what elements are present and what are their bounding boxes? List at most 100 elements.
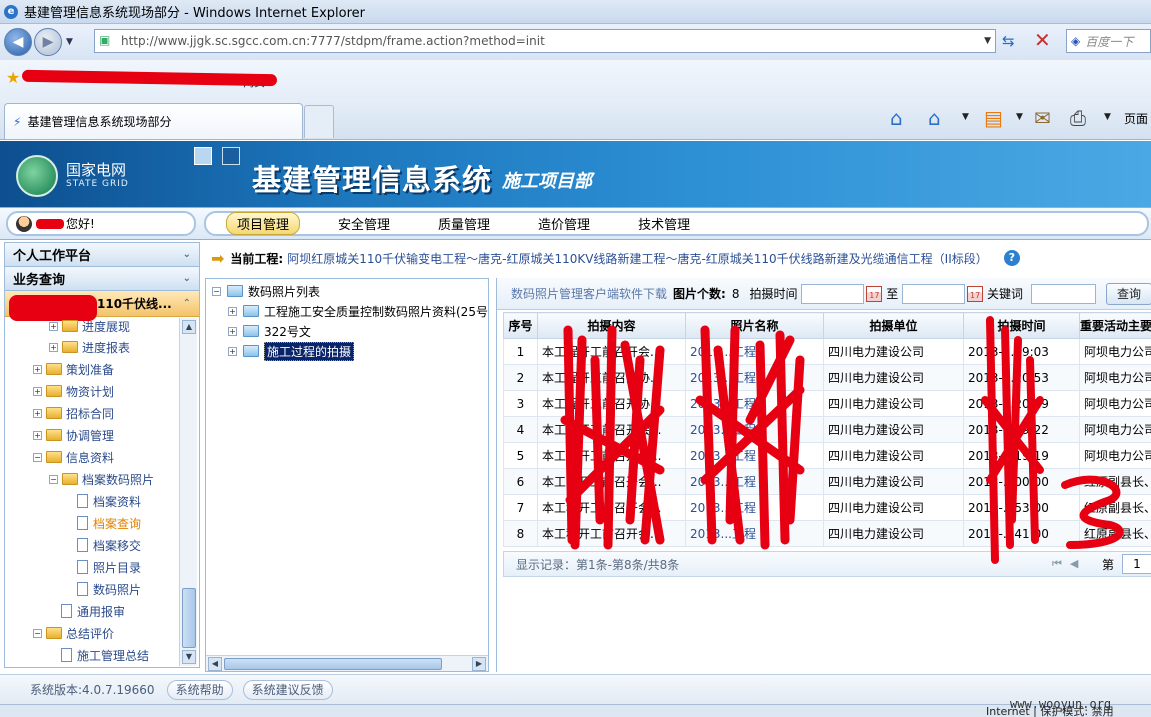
expand-icon[interactable]: +	[33, 430, 42, 440]
scroll-left-icon[interactable]: ◀	[208, 657, 222, 671]
expand-icon[interactable]: +	[228, 306, 237, 316]
photo-tree-item[interactable]: +322号文	[228, 321, 311, 341]
table-row[interactable]: 8 本工程开工前召开会... 2013...工程 四川电力建设公司 2013-...41…	[503, 520, 1151, 547]
tree-item-construction-summary[interactable]: 施工管理总结	[61, 645, 149, 665]
menu-project-management[interactable]: 项目管理	[226, 212, 301, 235]
tree-item-planning[interactable]: + 策划准备	[33, 359, 114, 379]
table-row[interactable]: 6 本工程开工前召开会... 2013...工程 四川电力建设公司 2013-...00…	[503, 468, 1151, 495]
favorites-star-icon[interactable]: ★	[6, 68, 20, 87]
browser-tab[interactable]: ⚡ 基建管理信息系统现场部分	[4, 103, 303, 139]
menu-quality-management[interactable]: 质量管理	[428, 213, 500, 234]
tree-item-digital-photos[interactable]: 数码照片	[77, 579, 141, 599]
back-button[interactable]: ◀	[4, 28, 32, 56]
stop-icon[interactable]: ✕	[1034, 28, 1056, 52]
system-help-button[interactable]: 系统帮助	[166, 679, 233, 700]
scroll-right-icon[interactable]: ▶	[472, 657, 486, 671]
collapse-icon[interactable]: −	[212, 286, 221, 296]
chevron-up-icon[interactable]: ⌃	[183, 298, 191, 309]
horizontal-scrollbar[interactable]: ◀ ▶	[206, 655, 488, 671]
calendar-icon[interactable]: 17	[866, 285, 883, 302]
url-dropdown-icon[interactable]: ▼	[984, 36, 991, 46]
scroll-up-icon[interactable]: ▲	[182, 320, 196, 334]
collapse-icon[interactable]: −	[33, 452, 42, 462]
sidebar-scrollbar[interactable]: ▲ ▼	[179, 318, 197, 666]
calendar-icon[interactable]: 17	[967, 285, 983, 302]
table-cell[interactable]: 2013...工程	[685, 468, 824, 495]
tree-item-archive-photos[interactable]: − 档案数码照片	[49, 469, 154, 489]
table-row[interactable]: 3 本工程开工前召开协... 2013...工程 四川电力建设公司 2013-...20…	[503, 390, 1151, 417]
print-menu-arrow-icon[interactable]: ▼	[1104, 112, 1111, 122]
keyword-input[interactable]	[1031, 283, 1096, 304]
scroll-thumb[interactable]	[182, 588, 196, 648]
feed-menu-arrow-icon[interactable]: ▼	[1016, 112, 1023, 122]
column-header[interactable]: 拍摄时间	[963, 312, 1080, 339]
refresh-icon[interactable]: ⇆	[1002, 32, 1015, 50]
table-row[interactable]: 2 本工程开工前召开协... 2013...工程 四川电力建设公司 2013-...20…	[503, 364, 1151, 391]
print-icon[interactable]: ⎙	[1070, 106, 1086, 130]
rss-feed-icon[interactable]: ▤	[984, 106, 1003, 130]
chevron-down-icon[interactable]: ⌄	[183, 273, 191, 284]
column-header[interactable]: 序号	[503, 312, 538, 339]
tree-item-information[interactable]: − 信息资料	[33, 447, 114, 467]
table-cell[interactable]: 2013...工程	[685, 390, 824, 417]
page-number-input[interactable]: 1	[1122, 554, 1151, 574]
new-tab-button[interactable]	[304, 105, 334, 138]
table-row[interactable]: 4 本工程开工前召开会... 2013...工程 四川电力建设公司 2013-...19…	[503, 416, 1151, 443]
collapse-icon[interactable]: −	[49, 474, 58, 484]
tree-item-summary[interactable]: − 总结评价	[33, 623, 114, 643]
expand-icon[interactable]: +	[33, 364, 42, 374]
expand-icon[interactable]: +	[49, 342, 58, 352]
home-dropdown-icon[interactable]: ⌂	[928, 106, 941, 130]
menu-technical-management[interactable]: 技术管理	[628, 213, 700, 234]
table-cell[interactable]: 2013...工程	[685, 416, 824, 443]
tree-item-photo-catalog[interactable]: 照片目录	[77, 557, 141, 577]
tree-item-material-plan[interactable]: + 物资计划	[33, 381, 114, 401]
tree-item-archive-transfer[interactable]: 档案移交	[77, 535, 141, 555]
tree-item-progress-display[interactable]: + 进度展现	[49, 318, 130, 336]
collapse-icon[interactable]: −	[33, 628, 42, 638]
search-input[interactable]: ◈ 百度一下	[1066, 29, 1151, 53]
tree-item-progress-report[interactable]: + 进度报表	[49, 337, 130, 357]
column-header[interactable]: 拍摄单位	[823, 312, 964, 339]
table-cell[interactable]: 2013...工程	[685, 338, 824, 365]
history-dropdown-icon[interactable]: ▼	[66, 37, 73, 47]
table-cell[interactable]: 2013...工程	[685, 520, 824, 547]
photo-tree-item[interactable]: + 工程施工安全质量控制数码照片资料(25号	[228, 301, 488, 321]
help-icon[interactable]: ?	[1003, 250, 1020, 266]
menu-safety-management[interactable]: 安全管理	[328, 213, 400, 234]
start-date-input[interactable]	[801, 283, 865, 304]
url-input[interactable]: ▣ http://www.jjgk.sc.sgcc.com.cn:7777/st…	[94, 29, 996, 53]
table-row[interactable]: 5 本工程开工前召开会... 2013...工程 四川电力建设公司 2013-...19…	[503, 442, 1151, 469]
sidebar-section-personal[interactable]: 个人工作平台 ⌄	[5, 243, 199, 267]
tree-item-archive-data[interactable]: 档案资料	[77, 491, 141, 511]
page-menu[interactable]: 页面	[1124, 110, 1148, 127]
query-button[interactable]: 查询	[1105, 282, 1151, 305]
table-cell[interactable]: 2013...工程	[685, 364, 824, 391]
home-icon[interactable]: ⌂	[890, 106, 903, 130]
expand-icon[interactable]: +	[33, 386, 42, 396]
mail-icon[interactable]: ✉	[1034, 106, 1051, 130]
table-cell[interactable]: 2013...工程	[685, 494, 824, 521]
first-prev-page-icon[interactable]: ⏮◀	[1052, 557, 1086, 571]
feedback-button[interactable]: 系统建议反馈	[242, 679, 333, 700]
scroll-down-icon[interactable]: ▼	[182, 650, 196, 664]
chevron-down-icon[interactable]: ⌄	[183, 249, 191, 260]
end-date-input[interactable]	[902, 283, 966, 304]
expand-icon[interactable]: +	[33, 408, 42, 418]
expand-icon[interactable]: +	[228, 346, 237, 356]
expand-icon[interactable]: +	[49, 321, 58, 331]
forward-button[interactable]: ▶	[34, 28, 62, 56]
column-header[interactable]: 拍摄内容	[537, 312, 686, 339]
tree-item-archive-query[interactable]: 档案查询	[77, 513, 141, 533]
column-header[interactable]: 重要活动主要	[1079, 312, 1151, 339]
column-header[interactable]: 照片名称	[685, 312, 824, 339]
sidebar-section-query[interactable]: 业务查询 ⌄	[5, 267, 199, 291]
tree-item-general-review[interactable]: 通用报审	[61, 601, 125, 621]
tree-item-bidding[interactable]: + 招标合同	[33, 403, 114, 423]
tree-item-coordination[interactable]: + 协调管理	[33, 425, 114, 445]
photo-tree-item-selected[interactable]: + 施工过程的拍摄	[228, 341, 355, 361]
sidebar-project-header[interactable]: 110千伏线... ⌃	[5, 291, 199, 321]
table-cell[interactable]: 2013...工程	[685, 442, 824, 469]
table-row[interactable]: 1 本工程开工前召开会... 2013...工程 四川电力建设公司 2013-...09…	[503, 338, 1151, 365]
client-download-link[interactable]: 数码照片管理客户端软件下载	[511, 285, 667, 302]
